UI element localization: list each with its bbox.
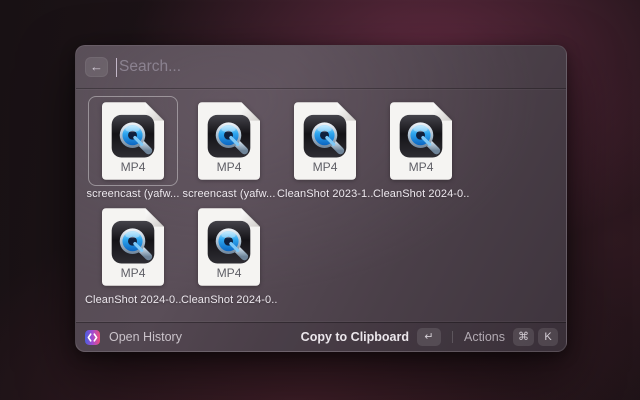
file-thumbnail-cell[interactable]: MP4 [88,202,178,292]
mp4-file-icon: MP4 [102,208,164,286]
file-thumbnail-cell[interactable]: MP4 [280,96,370,186]
open-history-label[interactable]: Open History [109,330,182,344]
k-keycap: K [538,328,558,346]
file-type-label: MP4 [121,266,146,280]
mp4-file-icon: MP4 [102,102,164,180]
mp4-file-icon: MP4 [198,208,260,286]
file-item[interactable]: MP4 screencast (yafw... [85,96,181,200]
search-input[interactable] [117,58,554,77]
file-thumbnail-cell[interactable]: MP4 [376,96,466,186]
file-name-label: CleanShot 2023-1... [277,188,373,200]
file-type-label: MP4 [409,160,434,174]
file-item[interactable]: MP4 screencast (yafw... [181,96,277,200]
return-keycap: ↵ [417,328,441,346]
file-item[interactable]: MP4 CleanShot 2024-0... [85,202,181,306]
file-thumbnail-cell[interactable]: MP4 [184,202,274,292]
file-name-label: CleanShot 2024-0... [373,188,469,200]
file-thumbnail-cell[interactable]: MP4 [88,96,178,186]
quicktime-icon [112,221,155,264]
actions-shortcut: ⌘ K [513,328,558,346]
file-type-label: MP4 [121,160,146,174]
footer-bar: Open History Copy to Clipboard ↵ Actions… [76,322,566,351]
file-item[interactable]: MP4 CleanShot 2024-0... [181,202,277,306]
quicktime-icon [208,115,251,158]
back-button[interactable]: ← [85,57,108,77]
file-item[interactable]: MP4 CleanShot 2024-0... [373,96,469,200]
file-type-label: MP4 [217,160,242,174]
quicktime-icon [208,221,251,264]
file-grid: MP4 screencast (yafw... [76,89,566,322]
history-window: ← [75,45,567,352]
quicktime-icon [304,115,347,158]
app-icon [85,330,100,345]
quicktime-icon [112,115,155,158]
file-name-label: screencast (yafw... [85,188,181,200]
quicktime-icon [400,115,443,158]
file-name-label: CleanShot 2024-0... [181,294,277,306]
actions-button[interactable]: Actions [464,330,505,344]
mp4-file-icon: MP4 [390,102,452,180]
file-thumbnail-cell[interactable]: MP4 [184,96,274,186]
copy-to-clipboard-button[interactable]: Copy to Clipboard [301,330,409,344]
footer-divider [452,331,453,343]
file-name-label: screencast (yafw... [181,188,277,200]
file-name-label: CleanShot 2024-0... [85,294,181,306]
file-type-label: MP4 [217,266,242,280]
file-type-label: MP4 [313,160,338,174]
file-item[interactable]: MP4 CleanShot 2023-1... [277,96,373,200]
mp4-file-icon: MP4 [294,102,356,180]
command-keycap: ⌘ [513,328,534,346]
mp4-file-icon: MP4 [198,102,260,180]
search-bar: ← [76,46,566,89]
